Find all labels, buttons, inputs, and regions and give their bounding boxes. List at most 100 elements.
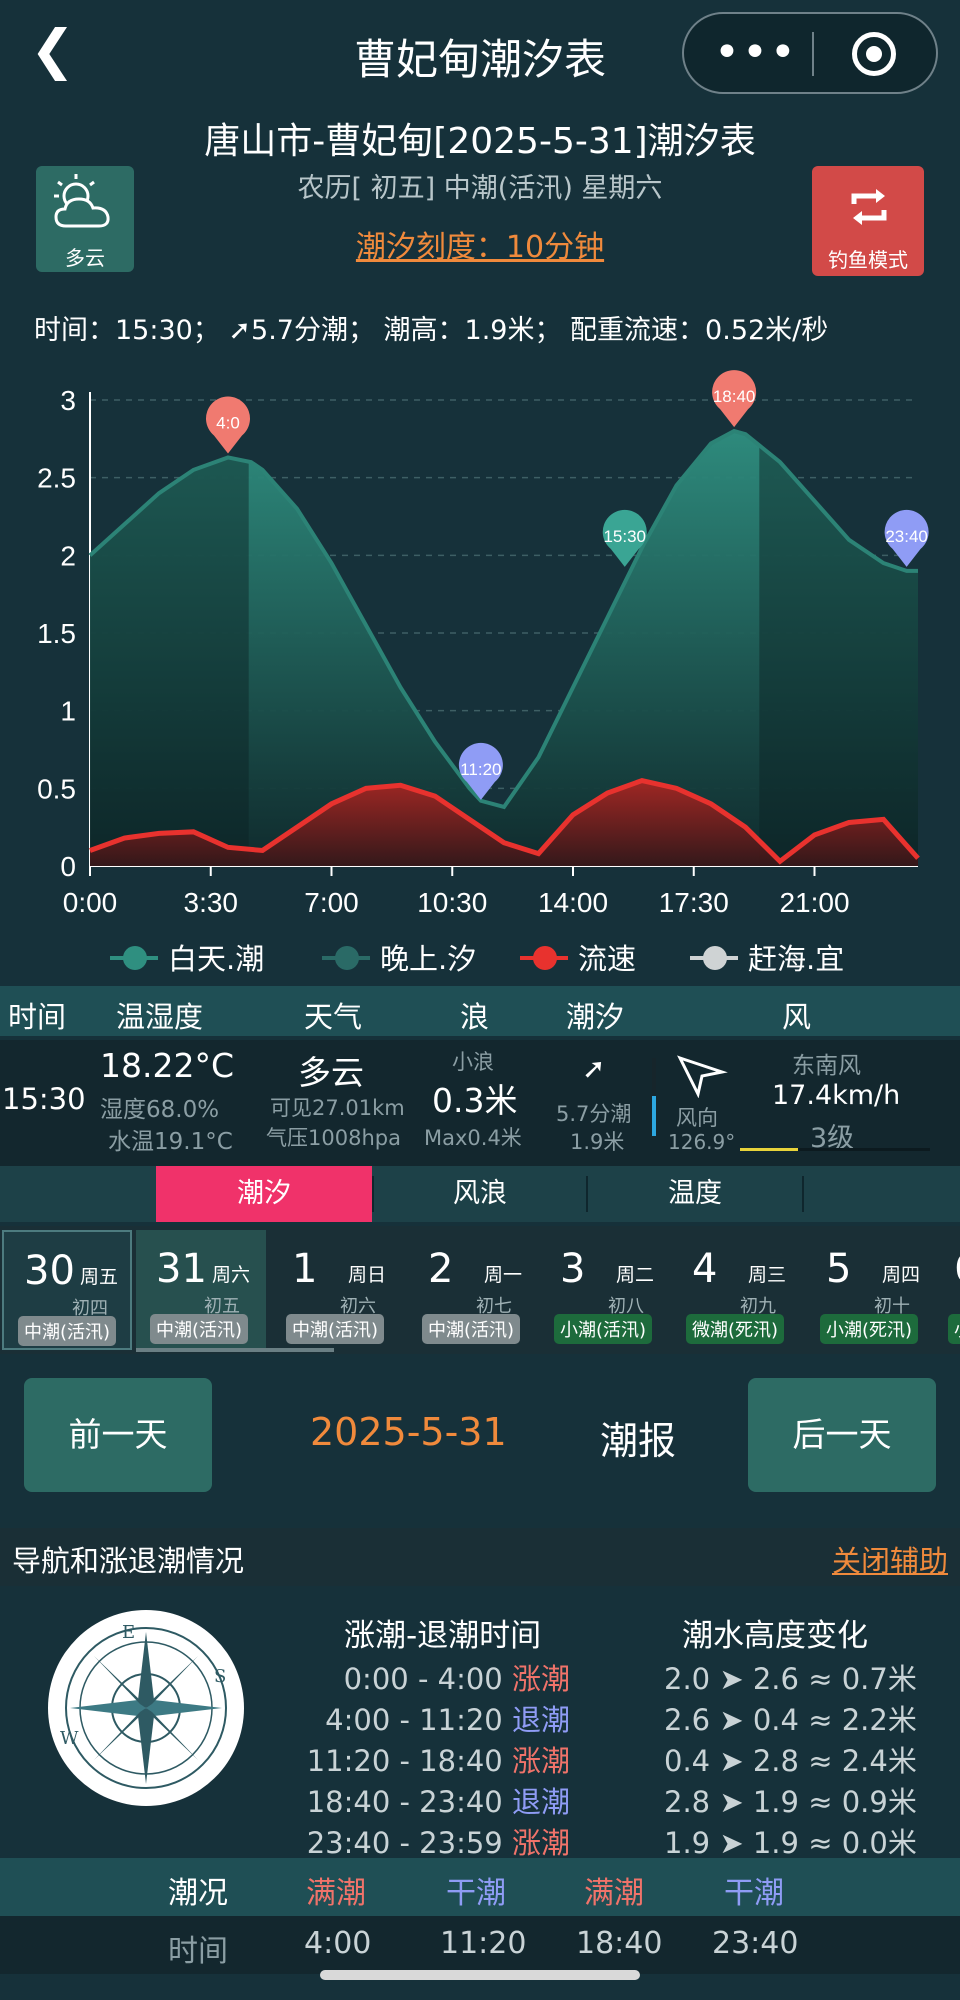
tide-range: 18:40 - 23:40 — [306, 1785, 503, 1819]
legend-item-flow[interactable]: 流速 — [520, 936, 636, 978]
date-strip[interactable]: 30 周五 初四 中潮(活汛) 31 周六 初五 中潮(活汛) 1 周日 初六 … — [0, 1226, 960, 1354]
day-item[interactable]: 1 周日 初六 中潮(活汛) — [272, 1230, 402, 1350]
humidity: 湿度68.0% — [100, 1097, 220, 1123]
tide-time-row: 时间 4:00 11:20 18:40 23:40 — [0, 1916, 960, 1974]
page-subtitle: 唐山市-曹妃甸[2025-5-31]潮汐表 — [204, 121, 756, 162]
day-weekday: 周日 — [348, 1264, 387, 1286]
tide-state-high: 满潮 — [584, 1876, 644, 1911]
fishing-mode-button[interactable]: 钓鱼模式 — [812, 166, 924, 276]
legend-swatch-icon — [110, 946, 158, 970]
tide-tag: 5.7分潮 — [556, 1102, 632, 1126]
day-number: 2 — [428, 1246, 454, 1292]
home-indicator — [320, 1970, 640, 1980]
tide-marker-label: 23:40 — [885, 527, 928, 546]
close-target-icon[interactable] — [852, 32, 896, 76]
compass-icon: E S W — [48, 1610, 244, 1806]
wind-level-fill — [740, 1148, 798, 1151]
legend-item-beach[interactable]: 赶海.宜 — [690, 936, 844, 978]
tide-state-row: 潮况 满潮 干潮 满潮 干潮 — [0, 1858, 960, 1916]
col-header-wind: 风 — [782, 1000, 812, 1034]
repeat-icon — [851, 189, 887, 225]
wind-speed: 17.4km/h — [772, 1080, 901, 1111]
day-number: 3 — [560, 1246, 586, 1292]
tide-period-row: 23:40 - 23:59 涨潮 — [307, 1820, 570, 1862]
day-item[interactable]: 5 周四 初十 小潮(死汛) — [806, 1230, 936, 1350]
tab-tide[interactable]: 潮汐 — [156, 1166, 372, 1222]
day-item[interactable]: 3 周二 初八 小潮(活汛) — [540, 1230, 670, 1350]
day-item-selected[interactable]: 31 周六 初五 中潮(活汛) — [136, 1230, 266, 1350]
x-tick-label: 0:00 — [63, 887, 118, 918]
day-weekday: 周五 — [80, 1266, 119, 1288]
legend-swatch-icon — [520, 946, 568, 970]
tide-height-change: 2.8 ➤ 1.9 ≈ 0.9米 — [664, 1785, 917, 1819]
tide-marker-label: 4:0 — [216, 413, 240, 432]
day-number: 4 — [692, 1246, 718, 1292]
wind-direction-icon — [677, 1055, 728, 1098]
tide-height-change: 1.9 ➤ 1.9 ≈ 0.0米 — [664, 1826, 917, 1860]
compass-letter: E — [122, 1622, 135, 1643]
tide-height: 1.9米 — [570, 1130, 625, 1154]
day-tide-badge: 中潮(活汛) — [150, 1314, 249, 1344]
day-tide-badge: 小潮(活汛) — [554, 1314, 653, 1344]
tide-height-change: 0.4 ➤ 2.8 ≈ 2.4米 — [664, 1744, 917, 1778]
day-item[interactable]: 30 周五 初四 中潮(活汛) — [2, 1230, 132, 1350]
wind-name: 东南风 — [792, 1053, 861, 1079]
legend-label: 赶海.宜 — [748, 942, 845, 976]
more-icon[interactable]: ••• — [714, 24, 796, 84]
day-tide-badge: 微潮(死汛) — [686, 1314, 785, 1344]
tide-time-header: 涨潮-退潮时间 — [344, 1618, 542, 1654]
close-assist-link[interactable]: 关闭辅助 — [832, 1538, 948, 1580]
weather-text: 多云 — [298, 1053, 364, 1092]
weather-table-header: 时间 温湿度 天气 浪 潮汐 风 — [0, 986, 960, 1036]
day-item[interactable]: 4 周三 初九 微潮(死汛) — [672, 1230, 802, 1350]
weather-button[interactable]: 多云 — [36, 166, 134, 272]
y-tick-label: 2.5 — [37, 463, 76, 494]
tide-marker-label: 11:20 — [460, 760, 501, 779]
day-number: 1 — [292, 1246, 318, 1292]
strip-scrollbar[interactable] — [136, 1348, 334, 1352]
wind-dir-deg: 126.9° — [668, 1130, 736, 1154]
tide-height-change: 2.0 ➤ 2.6 ≈ 0.7米 — [664, 1662, 917, 1696]
tide-range: 23:40 - 23:59 — [306, 1826, 503, 1860]
day-tide-badge: 中潮(活汛) — [422, 1314, 521, 1344]
day-tide-badge: 中潮(活汛) — [286, 1314, 385, 1344]
x-tick-label: 21:00 — [779, 887, 849, 918]
tide-range: 0:00 - 4:00 — [343, 1662, 503, 1696]
legend-label: 流速 — [578, 942, 637, 976]
tide-level-fill — [652, 1096, 656, 1136]
tide-range: 11:20 - 18:40 — [306, 1744, 503, 1778]
day-number: 31 — [156, 1246, 207, 1292]
tide-rise-arrow-icon: ➚ — [582, 1052, 606, 1085]
day-item[interactable]: 2 周一 初七 中潮(活汛) — [408, 1230, 538, 1350]
tide-report-label[interactable]: 潮报 — [600, 1410, 676, 1465]
tab-wind-wave[interactable]: 风浪 — [374, 1166, 586, 1222]
compass-letter: S — [214, 1666, 226, 1687]
data-tabs: 潮汐 风浪 温度 — [0, 1166, 960, 1222]
y-tick-label: 0 — [60, 851, 76, 882]
tab-temperature[interactable]: 温度 — [588, 1166, 802, 1222]
section-title: 导航和涨退潮情况 — [12, 1544, 245, 1578]
nav-section-header: 导航和涨退潮情况 关闭辅助 — [0, 1528, 960, 1586]
tide-chart[interactable]: 0 0.5 1 1.5 2 2.5 3 0:00 3:30 7:00 10:30 14:00 17:30… — [0, 370, 960, 920]
tide-state-low: 干潮 — [724, 1876, 784, 1911]
wave-height: 0.3米 — [432, 1081, 518, 1120]
prev-day-button[interactable]: 前一天 — [24, 1378, 212, 1492]
wave-max: Max0.4米 — [424, 1126, 522, 1150]
water-temp: 水温19.1°C — [108, 1129, 233, 1155]
col-header-time: 时间 — [8, 1000, 67, 1034]
day-weekday: 周六 — [212, 1264, 251, 1286]
legend-item-night[interactable]: 晚上.汐 — [322, 936, 476, 978]
day-item[interactable]: 6 小 — [940, 1230, 960, 1350]
tide-time: 4:00 — [304, 1926, 372, 1961]
top-bar: ❮ 曹妃甸潮汐表 ••• — [0, 0, 960, 106]
day-weekday: 周三 — [748, 1264, 787, 1286]
tide-state-high: 满潮 — [306, 1876, 366, 1911]
legend-item-day[interactable]: 白天.潮 — [110, 936, 264, 978]
current-date[interactable]: 2025-5-31 — [310, 1410, 507, 1454]
tide-state: 涨潮 — [511, 1662, 570, 1696]
day-number: 30 — [24, 1248, 75, 1294]
tide-period-row: 0:00 - 4:00 涨潮 — [344, 1656, 570, 1698]
tide-height-change: 2.6 ➤ 0.4 ≈ 2.2米 — [664, 1703, 917, 1737]
tide-time: 18:40 — [576, 1926, 663, 1961]
next-day-button[interactable]: 后一天 — [748, 1378, 936, 1492]
